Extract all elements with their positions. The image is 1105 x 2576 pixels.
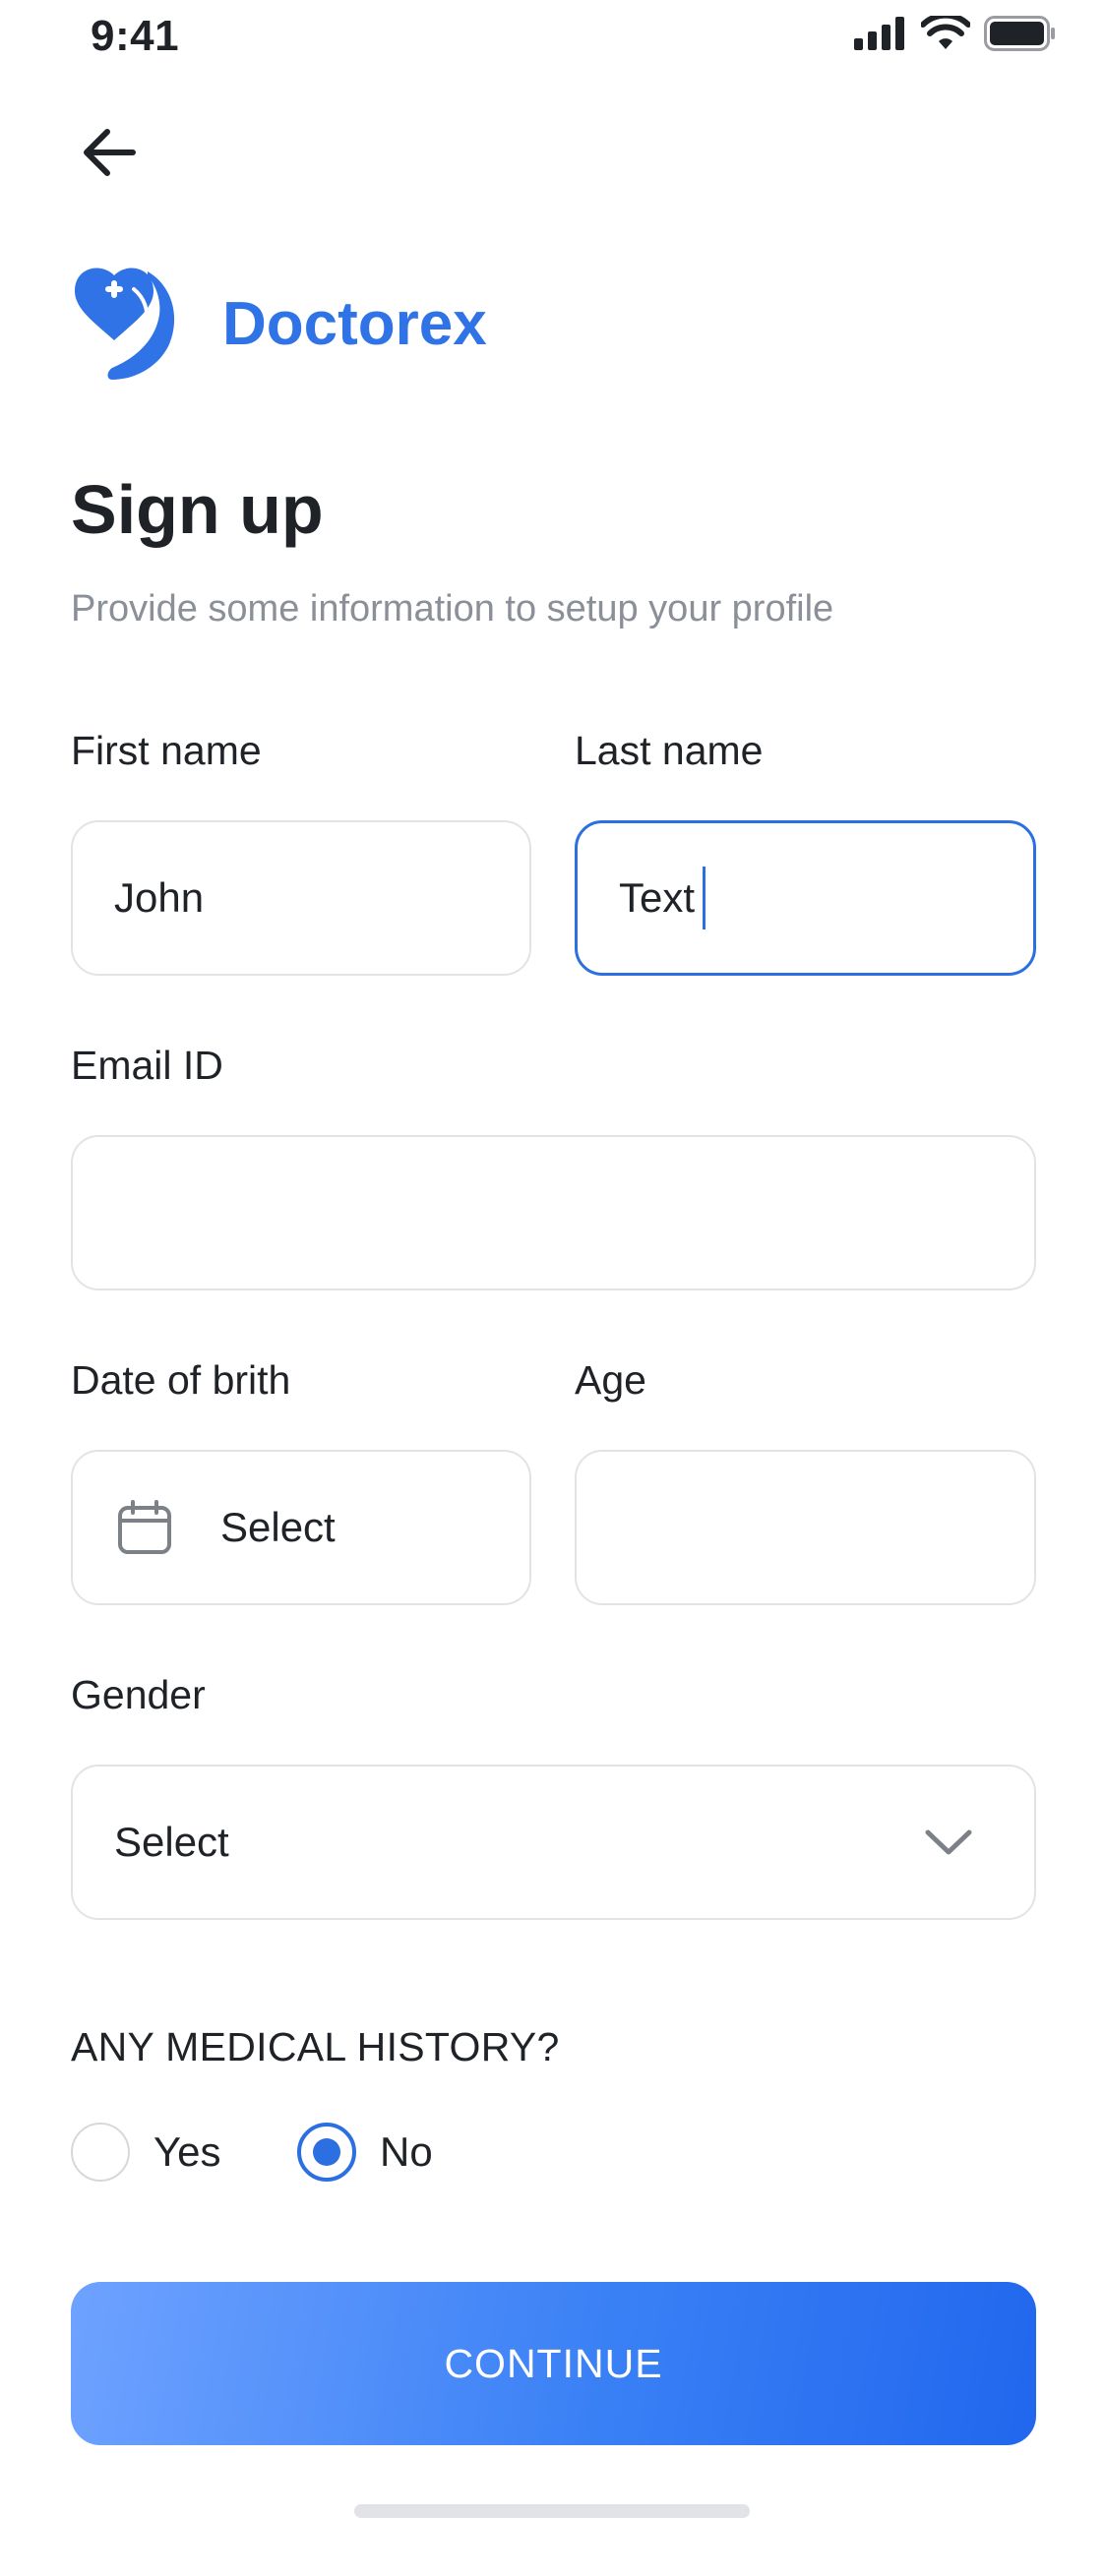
dob-value: Select bbox=[220, 1504, 336, 1550]
medical-history-heading: ANY MEDICAL HISTORY? bbox=[71, 2024, 560, 2069]
signal-icon bbox=[854, 17, 904, 50]
email-label: Email ID bbox=[71, 1043, 223, 1088]
continue-button[interactable]: CONTINUE bbox=[71, 2282, 1036, 2445]
status-icons bbox=[854, 16, 1057, 51]
gender-label: Gender bbox=[71, 1672, 206, 1717]
brand: Doctorex bbox=[71, 264, 487, 384]
back-button[interactable] bbox=[77, 120, 142, 185]
page-title: Sign up bbox=[71, 471, 324, 548]
age-field[interactable] bbox=[575, 1450, 1036, 1605]
radio-yes-label: Yes bbox=[153, 2128, 221, 2175]
email-field[interactable] bbox=[71, 1135, 1036, 1290]
page-subtitle: Provide some information to setup your p… bbox=[71, 588, 834, 629]
arrow-left-icon bbox=[84, 129, 136, 176]
home-indicator bbox=[354, 2504, 750, 2518]
dob-label: Date of brith bbox=[71, 1357, 291, 1403]
radio-no-circle[interactable] bbox=[297, 2123, 356, 2182]
calendar-icon bbox=[118, 1500, 171, 1554]
last-name-field[interactable]: Text bbox=[575, 820, 1036, 976]
radio-no[interactable]: No bbox=[297, 2123, 433, 2182]
first-name-label: First name bbox=[71, 728, 262, 773]
logo-heart-hand-icon bbox=[75, 268, 175, 380]
battery-icon bbox=[984, 16, 1055, 51]
chevron-down-icon bbox=[925, 1829, 972, 1855]
wifi-icon bbox=[921, 16, 970, 49]
last-name-label: Last name bbox=[575, 728, 764, 773]
first-name-value: John bbox=[114, 874, 205, 921]
gender-value: Select bbox=[114, 1819, 229, 1865]
radio-yes[interactable]: Yes bbox=[71, 2123, 221, 2182]
age-label: Age bbox=[575, 1357, 646, 1403]
brand-name: Doctorex bbox=[222, 289, 487, 358]
dob-field[interactable]: Select bbox=[71, 1450, 531, 1605]
first-name-field[interactable]: John bbox=[71, 820, 531, 976]
status-time: 9:41 bbox=[91, 12, 180, 60]
text-caret bbox=[703, 867, 706, 929]
radio-no-label: No bbox=[380, 2128, 433, 2175]
last-name-value: Text bbox=[619, 874, 696, 921]
gender-select[interactable]: Select bbox=[71, 1765, 1036, 1920]
radio-yes-circle[interactable] bbox=[71, 2123, 130, 2182]
